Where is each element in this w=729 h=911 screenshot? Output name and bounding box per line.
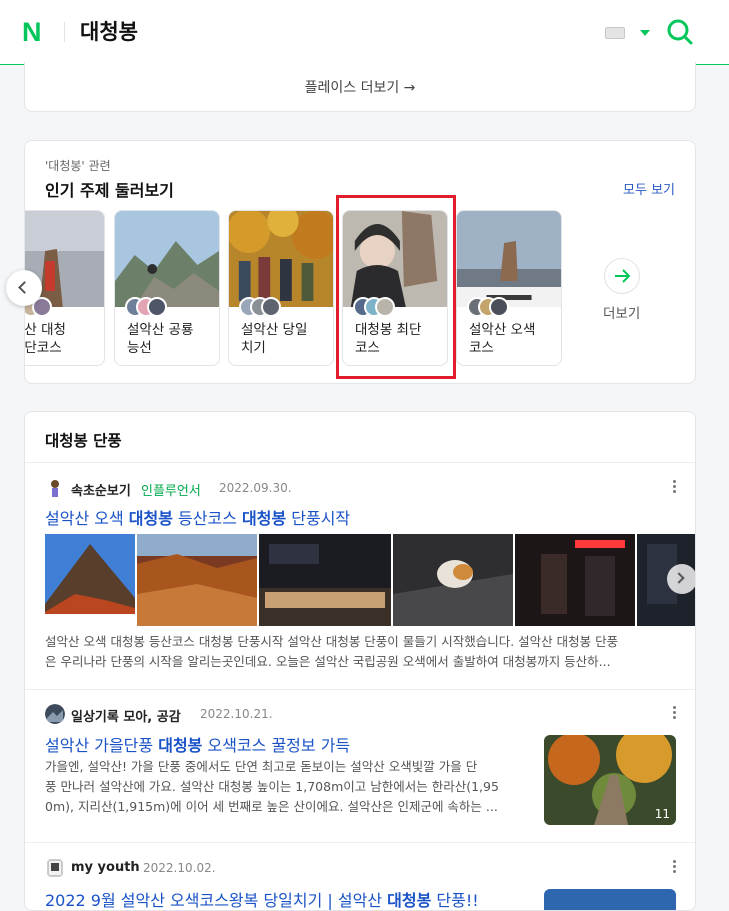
divider xyxy=(25,689,695,690)
post-photo xyxy=(393,534,513,626)
avatar xyxy=(47,859,63,877)
post-title-link[interactable]: 2022 9월 설악산 오색코스왕복 당일치기 | 설악산 대청봉 단풍!! xyxy=(45,887,479,910)
highlight-frame xyxy=(336,195,456,379)
post-photo xyxy=(45,534,135,626)
place-more-button[interactable]: 플레이스 더보기 → xyxy=(24,62,696,112)
post-title-link[interactable]: 설악산 가을단풍 대청봉 오색코스 꿀정보 가득 xyxy=(45,732,350,756)
topic-image xyxy=(229,211,333,307)
topic-card[interactable]: 설악산 오색 코스 xyxy=(456,210,562,366)
more-topics-label: 더보기 xyxy=(603,306,641,322)
topic-label: 설악산 당일 치기 xyxy=(241,322,308,356)
keyboard-icon[interactable] xyxy=(605,27,625,39)
topic-label: 설악산 오색 코스 xyxy=(469,322,536,356)
avatar xyxy=(45,478,65,498)
more-options-icon[interactable] xyxy=(673,706,677,720)
naver-logo[interactable]: N xyxy=(22,19,46,46)
topic-label: 악산 대청최단코스 xyxy=(24,322,66,356)
chevron-left-icon xyxy=(18,281,31,294)
post-title-link[interactable]: 설악산 오색 대청봉 등산코스 대청봉 단풍시작 xyxy=(45,505,350,529)
search-header: N 대청봉 xyxy=(0,0,729,65)
post-date: 2022.10.21. xyxy=(200,707,273,721)
chevron-right-icon xyxy=(673,572,685,584)
search-icon[interactable] xyxy=(666,18,694,46)
avatar xyxy=(147,297,167,317)
topics-title: 인기 주제 둘러보기 xyxy=(45,181,174,200)
post-date: 2022.09.30. xyxy=(219,481,292,495)
topic-label: 설악산 공룡 능선 xyxy=(127,322,194,356)
topic-image xyxy=(457,211,561,307)
more-options-icon[interactable] xyxy=(673,480,677,494)
post-thumbnail[interactable]: 11 xyxy=(544,735,676,825)
divider xyxy=(25,842,695,843)
photo-count-badge: 11 xyxy=(654,807,670,821)
post-photo xyxy=(259,534,391,626)
topic-card[interactable]: 설악산 공룡 능선 xyxy=(114,210,220,366)
carousel-prev-button[interactable] xyxy=(6,270,42,306)
avatar xyxy=(489,297,509,317)
section-title: 대청봉 단풍 xyxy=(45,432,122,450)
post-description: 설악산 오색 대청봉 등산코스 대청봉 단풍시작 설악산 대청봉 단풍이 물들기… xyxy=(45,634,619,669)
strip-next-button[interactable] xyxy=(667,564,695,594)
chevron-down-icon[interactable] xyxy=(640,30,650,36)
topics-subtitle: '대청봉' 관련 xyxy=(45,159,111,173)
avatar xyxy=(261,297,281,317)
autumn-leaves-section: 대청봉 단풍 속초순보기 인플루언서 2022.09.30. 설악산 오색 대청… xyxy=(24,411,696,911)
arrow-right-icon xyxy=(615,269,631,283)
divider xyxy=(25,462,695,463)
influencer-badge: 인플루언서 xyxy=(141,484,201,499)
search-query[interactable]: 대청봉 xyxy=(80,18,138,46)
topic-card[interactable]: 설악산 당일 치기 xyxy=(228,210,334,366)
place-more-label: 플레이스 더보기 → xyxy=(304,80,416,96)
post-image-strip[interactable] xyxy=(45,534,695,626)
post-date: 2022.10.02. xyxy=(143,861,216,875)
post-photo xyxy=(515,534,635,626)
topic-image xyxy=(115,211,219,307)
post-thumbnail[interactable] xyxy=(544,889,676,910)
more-topics-button[interactable] xyxy=(604,258,640,294)
post-photo xyxy=(137,534,257,626)
post-description: 가을엔, 설악산! 가을 단풍 중에서도 단연 최고로 돋보이는 설악산 오색빛… xyxy=(45,759,499,814)
header-divider xyxy=(64,22,65,42)
more-options-icon[interactable] xyxy=(673,860,677,874)
see-all-link[interactable]: 모두 보기 xyxy=(623,179,675,198)
avatar xyxy=(45,704,65,724)
